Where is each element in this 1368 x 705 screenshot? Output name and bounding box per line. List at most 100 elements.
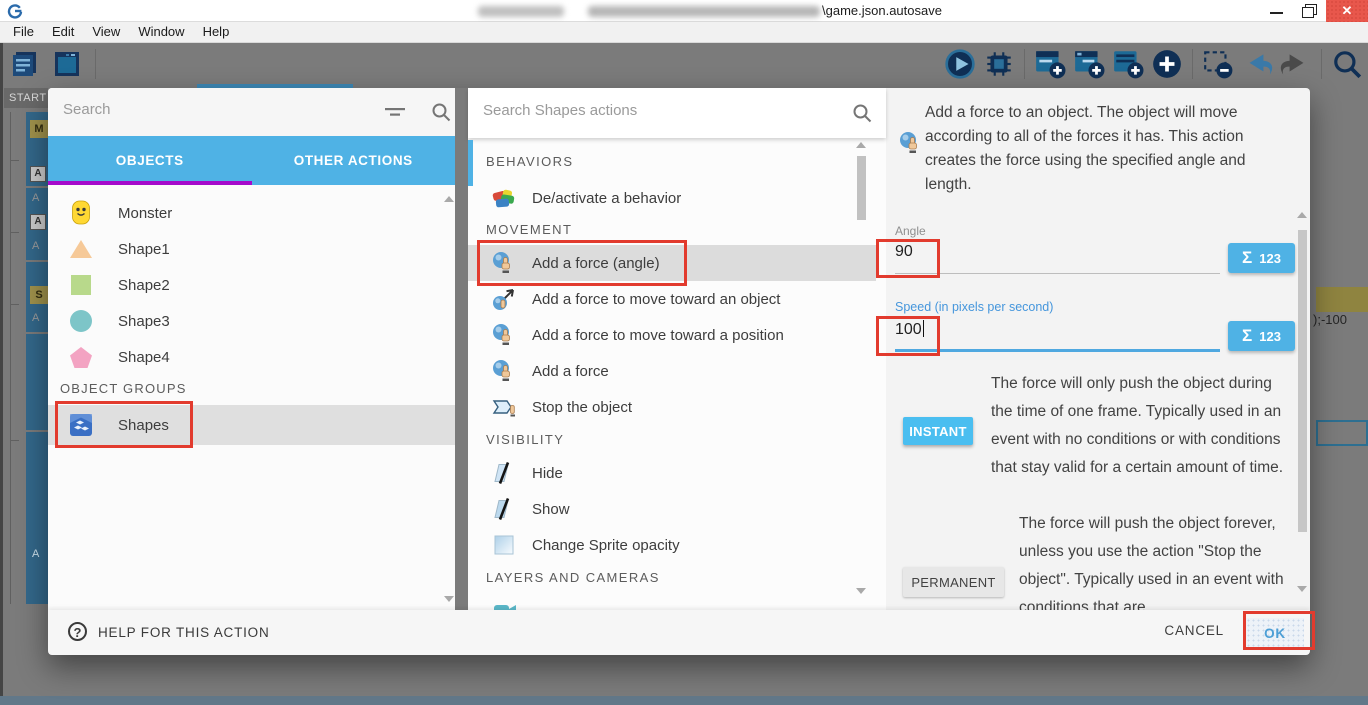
delete-event-icon — [1202, 48, 1234, 80]
section-header-movement: MOVEMENT — [486, 222, 572, 237]
background-event-letter: S — [30, 286, 48, 304]
add-subevent-button[interactable] — [1072, 47, 1106, 81]
object-label: Shape2 — [118, 277, 170, 294]
dialog-footer: ? HELP FOR THIS ACTION CANCEL OK — [48, 610, 1310, 655]
background-tree-stub — [10, 232, 19, 233]
object-selector-panel: OBJECTS OTHER ACTIONS Monster Shape1 Sha… — [48, 88, 455, 610]
redo-button[interactable] — [1279, 47, 1313, 81]
square-icon — [68, 273, 94, 297]
background-selected-event — [1316, 287, 1368, 312]
action-row-stop-object[interactable]: Stop the object — [468, 389, 876, 425]
camera-icon — [490, 603, 518, 611]
scrollbar-thumb[interactable] — [1298, 230, 1307, 532]
menu-file[interactable]: File — [4, 22, 43, 42]
help-link[interactable]: HELP FOR THIS ACTION — [98, 625, 270, 640]
action-row-change-opacity[interactable]: Change Sprite opacity — [468, 527, 876, 563]
action-row-deactivate-behavior[interactable]: De/activate a behavior — [468, 180, 876, 216]
restore-button[interactable] — [1294, 0, 1324, 22]
preview-button[interactable] — [943, 47, 977, 81]
triangle-icon — [68, 237, 94, 261]
scroll-down-icon[interactable] — [1297, 586, 1307, 592]
angle-expression-button[interactable]: Σ 123 — [1228, 243, 1295, 273]
action-row-force-toward-object[interactable]: Add a force to move toward an object — [468, 281, 876, 317]
search-icon[interactable] — [852, 103, 872, 128]
filter-icon[interactable] — [384, 105, 406, 124]
numbers-icon: 123 — [1259, 329, 1281, 344]
search-icon[interactable] — [431, 102, 451, 127]
project-manager-button[interactable] — [8, 47, 42, 81]
speed-label: Speed (in pixels per second) — [895, 300, 1053, 314]
menu-view[interactable]: View — [83, 22, 129, 42]
object-label: Shape1 — [118, 241, 170, 258]
action-row-add-force[interactable]: Add a force — [468, 353, 876, 389]
background-event-letter: A — [32, 548, 39, 560]
object-row-shape1[interactable]: Shape1 — [48, 231, 455, 267]
close-button[interactable]: ✕ — [1326, 0, 1368, 22]
object-search-input[interactable] — [63, 101, 363, 118]
object-list: Monster Shape1 Shape2 Shape3 Shape4 OBJE… — [48, 185, 455, 610]
action-row-force-toward-position[interactable]: Add a force to move toward a position — [468, 317, 876, 353]
action-list-scrollbar[interactable] — [856, 140, 867, 610]
action-list-panel: BEHAVIORS De/activate a behavior MOVEMEN… — [468, 88, 886, 610]
annotation-box-angle-value — [876, 239, 940, 278]
search-events-button[interactable] — [1330, 47, 1364, 81]
background-scene-label: START — [4, 88, 48, 108]
menu-window[interactable]: Window — [129, 22, 193, 42]
scroll-up-icon[interactable] — [1297, 212, 1307, 218]
instant-description: The force will only push the object duri… — [991, 370, 1291, 482]
annotation-box-ok-button — [1243, 611, 1315, 650]
tab-other-actions[interactable]: OTHER ACTIONS — [252, 136, 456, 185]
object-tabs: OBJECTS OTHER ACTIONS — [48, 136, 455, 185]
add-comment-button[interactable] — [1111, 47, 1145, 81]
cancel-button[interactable]: CANCEL — [1164, 623, 1224, 638]
scene-editor-button[interactable] — [50, 47, 84, 81]
annotation-box-add-force-angle — [477, 240, 687, 286]
add-more-button[interactable] — [1150, 47, 1184, 81]
background-event-letter: A — [32, 192, 39, 204]
monster-icon — [68, 200, 94, 226]
delete-event-button[interactable] — [1201, 47, 1235, 81]
menu-bar: File Edit View Window Help — [0, 22, 1368, 43]
circle-icon — [68, 309, 94, 333]
background-event-gap — [26, 430, 48, 432]
object-row-monster[interactable]: Monster — [48, 195, 455, 231]
object-row-shape4[interactable]: Shape4 — [48, 339, 455, 375]
events-list-icon — [10, 49, 40, 79]
scroll-up-icon[interactable] — [856, 142, 866, 148]
action-search-input[interactable] — [483, 102, 783, 119]
action-list: BEHAVIORS De/activate a behavior MOVEMEN… — [468, 138, 886, 610]
menu-help[interactable]: Help — [194, 22, 239, 42]
action-row-show[interactable]: Show — [468, 491, 876, 527]
object-search-bar — [48, 88, 455, 136]
minimize-button[interactable] — [1262, 0, 1292, 22]
object-row-shape3[interactable]: Shape3 — [48, 303, 455, 339]
menu-edit[interactable]: Edit — [43, 22, 83, 42]
permanent-button[interactable]: PERMANENT — [903, 567, 1004, 597]
scroll-down-icon[interactable] — [444, 596, 454, 602]
background-event-letter: A — [30, 166, 46, 182]
background-event-letter: A — [32, 312, 39, 324]
force-toward-object-icon — [490, 286, 518, 312]
scrollbar-thumb[interactable] — [857, 156, 866, 220]
speed-expression-button[interactable]: Σ 123 — [1228, 321, 1295, 351]
instant-button[interactable]: INSTANT — [903, 417, 973, 445]
action-row-partial[interactable] — [468, 593, 876, 610]
undo-icon — [1241, 48, 1273, 80]
scroll-down-icon[interactable] — [856, 588, 866, 594]
add-event-button[interactable] — [1033, 47, 1067, 81]
parameters-scrollbar[interactable] — [1297, 208, 1308, 600]
action-row-hide[interactable]: Hide — [468, 455, 876, 491]
plus-circle-icon — [1151, 48, 1183, 80]
background-event-gap — [26, 260, 48, 262]
undo-button[interactable] — [1240, 47, 1274, 81]
scroll-up-icon[interactable] — [444, 196, 454, 202]
help-icon[interactable]: ? — [68, 622, 87, 641]
background-expression-fragment: );-100 — [1313, 312, 1347, 327]
parameters-panel: Add a force to an object. The object wil… — [886, 88, 1310, 610]
object-row-shape2[interactable]: Shape2 — [48, 267, 455, 303]
background-bottom-bar — [0, 696, 1368, 705]
tab-objects[interactable]: OBJECTS — [48, 136, 252, 185]
play-icon — [944, 48, 976, 80]
debugger-button[interactable] — [982, 47, 1016, 81]
angle-underline — [895, 273, 1220, 274]
